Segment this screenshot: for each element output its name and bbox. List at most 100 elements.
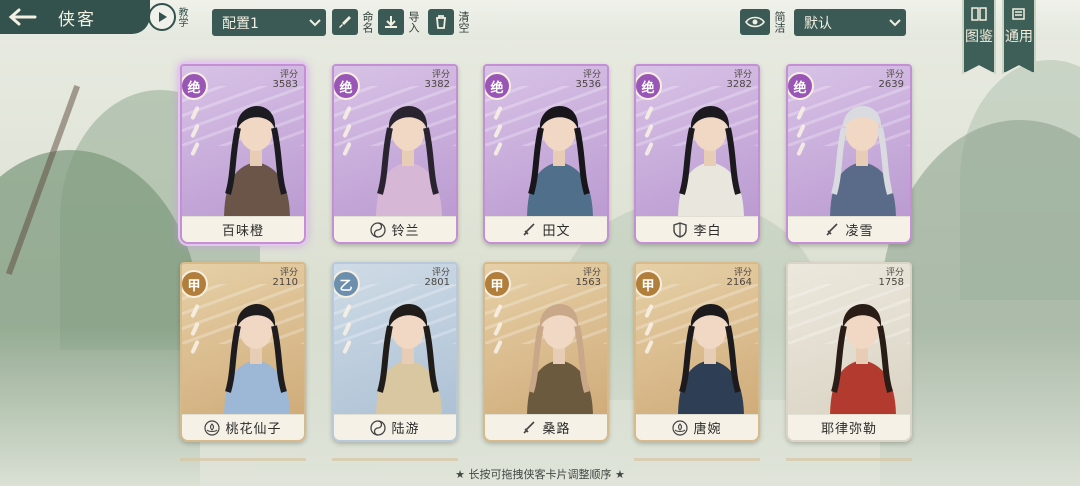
- character-card[interactable]: 绝 评分 2639 凌雪: [786, 64, 912, 244]
- score: 评分 2110: [273, 268, 298, 288]
- score: 评分 3536: [576, 70, 601, 90]
- tab-codex[interactable]: 图鉴: [962, 0, 996, 74]
- import-label: 导入: [407, 11, 420, 33]
- card-name-bar: 耶律弥勒: [788, 414, 910, 440]
- tab-general-label: 通用: [1005, 29, 1033, 45]
- character-name: 唐婉: [693, 422, 722, 437]
- download-icon: [378, 9, 404, 35]
- score-value: 1563: [575, 277, 601, 288]
- character-portrait: [678, 105, 744, 220]
- sort-select[interactable]: 默认: [794, 9, 906, 36]
- card-name-bar: 陆游: [334, 414, 456, 440]
- character-portrait: [224, 303, 290, 418]
- tab-general[interactable]: 通用: [1002, 0, 1036, 74]
- trash-icon: [428, 9, 454, 35]
- grade-badge: 绝: [636, 72, 662, 100]
- score-value: 2110: [272, 277, 298, 288]
- sword-icon: [521, 222, 537, 238]
- grade-badge: 绝: [182, 72, 208, 100]
- shield-icon: [672, 221, 688, 238]
- import-button[interactable]: 导入: [378, 6, 420, 38]
- score-value: 1758: [878, 277, 904, 288]
- card-name-bar: 唐婉: [636, 414, 758, 440]
- clear-label: 清空: [457, 11, 470, 33]
- grade-badge: 甲: [485, 270, 511, 298]
- score-value: 3583: [272, 79, 298, 90]
- star-marks: [491, 105, 507, 157]
- card-name-bar: 凌雪: [788, 216, 910, 242]
- character-portrait: [224, 105, 290, 220]
- character-card[interactable]: 甲 评分 2164 唐婉: [634, 262, 760, 442]
- character-card[interactable]: 绝 评分 3382 铃兰: [332, 64, 458, 244]
- back-arrow-icon: [0, 0, 44, 34]
- score: 评分 3583: [273, 70, 298, 90]
- config-select-value: 配置1: [222, 15, 259, 32]
- play-icon: [148, 3, 176, 31]
- character-name: 田文: [542, 224, 571, 239]
- grade-badge: 甲: [636, 270, 662, 298]
- grade-badge: 绝: [788, 72, 814, 100]
- character-card[interactable]: 绝 评分 3583 百味橙: [180, 64, 306, 244]
- star-marks: [642, 303, 658, 355]
- score-value: 3536: [575, 79, 601, 90]
- drag-hint: ★ 长按可拖拽侠客卡片调整顺序 ★: [455, 468, 625, 481]
- score: 评分 1563: [576, 268, 601, 288]
- tutorial-button[interactable]: 教学: [148, 2, 192, 32]
- score-value: 3382: [424, 79, 450, 90]
- taiji-icon: [370, 221, 387, 238]
- card-name-bar: 田文: [485, 216, 607, 242]
- score: 评分 1758: [879, 268, 904, 288]
- lotus-icon: [204, 419, 221, 436]
- character-portrait: [376, 105, 442, 220]
- book-icon: [971, 7, 987, 21]
- character-name: 陆游: [391, 422, 420, 437]
- card-name-bar: 百味橙: [182, 216, 304, 242]
- score-value: 2801: [424, 277, 450, 288]
- character-card[interactable]: 绝 评分 3282 李白: [634, 64, 760, 244]
- lotus-icon: [672, 419, 689, 436]
- character-name: 桃花仙子: [225, 422, 282, 437]
- chevron-down-icon: [884, 18, 906, 27]
- star-marks: [491, 303, 507, 355]
- character-name: 李白: [693, 224, 722, 239]
- star-marks: [340, 105, 356, 157]
- character-portrait: [830, 303, 896, 418]
- character-card[interactable]: 评分 1758 耶律弥勒: [786, 262, 912, 442]
- back-button[interactable]: 侠客: [0, 0, 150, 34]
- card-name-bar: 桃花仙子: [182, 414, 304, 440]
- clear-button[interactable]: 清空: [428, 6, 470, 38]
- score: 评分 2639: [879, 70, 904, 90]
- grade-badge: 绝: [485, 72, 511, 100]
- star-marks: [340, 303, 356, 355]
- character-card[interactable]: 乙 评分 2801 陆游: [332, 262, 458, 442]
- score: 评分 3382: [425, 70, 450, 90]
- character-name: 百味橙: [221, 224, 264, 239]
- character-portrait: [830, 105, 896, 220]
- star-marks: [188, 303, 204, 355]
- card-name-bar: 桑路: [485, 414, 607, 440]
- score: 评分 3282: [727, 70, 752, 90]
- character-card[interactable]: 甲 评分 2110 桃花仙子: [180, 262, 306, 442]
- star-marks: [642, 105, 658, 157]
- config-select[interactable]: 配置1: [212, 9, 326, 36]
- character-card[interactable]: 绝 评分 3536 田文: [483, 64, 609, 244]
- rename-button[interactable]: 命名: [332, 6, 374, 38]
- simple-view-toggle[interactable]: 简洁: [740, 6, 786, 38]
- grade-badge: 绝: [334, 72, 360, 100]
- brush-icon: [332, 9, 358, 35]
- chevron-down-icon: [304, 18, 326, 27]
- sword-icon: [824, 222, 840, 238]
- page-title: 侠客: [58, 9, 96, 30]
- scroll-icon: [1012, 8, 1025, 20]
- score: 评分 2801: [425, 268, 450, 288]
- star-marks: [188, 105, 204, 157]
- grade-badge: 甲: [182, 270, 208, 298]
- rename-label: 命名: [361, 11, 374, 33]
- taiji-icon: [370, 419, 387, 436]
- character-name: 铃兰: [391, 224, 420, 239]
- simple-label: 简洁: [773, 11, 786, 33]
- character-portrait: [376, 303, 442, 418]
- character-name: 桑路: [542, 422, 571, 437]
- character-portrait: [678, 303, 744, 418]
- character-card[interactable]: 甲 评分 1563 桑路: [483, 262, 609, 442]
